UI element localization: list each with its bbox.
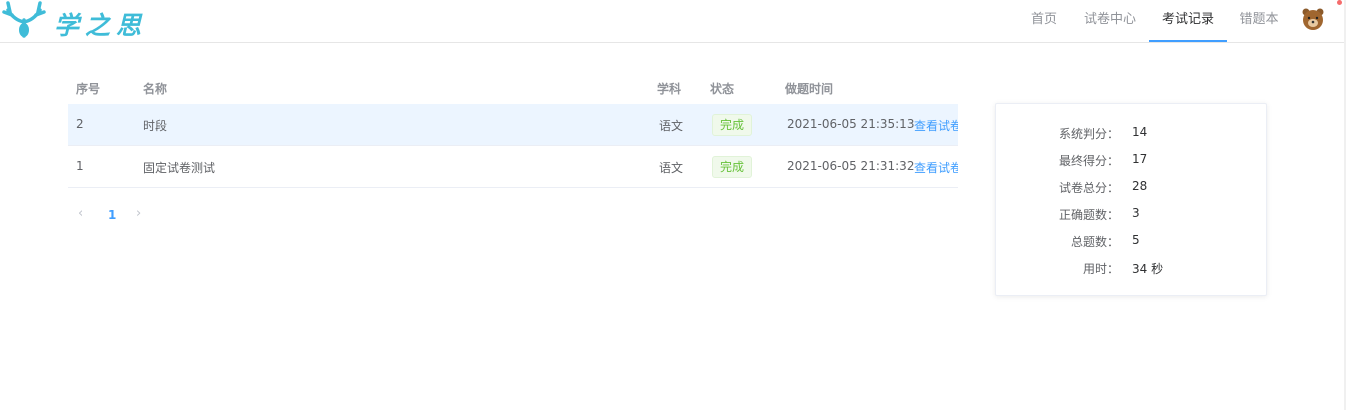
exam-stats-card: 系统判分： 14 最终得分： 17 试卷总分： 28 正确题数： 3 总题数： … [995, 103, 1267, 296]
row-time: 2021-06-05 21:31:32 [787, 159, 915, 173]
nav-exam-records[interactable]: 考试记录 [1149, 0, 1227, 42]
page-number[interactable]: 1 [108, 208, 116, 222]
stat-label: 用时： [1082, 262, 1119, 276]
stat-correct-count: 正确题数： 3 [996, 206, 1268, 224]
row-time: 2021-06-05 21:35:13 [787, 117, 915, 131]
row-name: 固定试卷测试 [143, 161, 216, 175]
stat-question-count: 总题数： 5 [996, 233, 1268, 251]
logo[interactable]: 学之思 [0, 0, 150, 42]
stat-value: 14 [1132, 125, 1148, 139]
deer-antler-icon [2, 1, 46, 38]
stat-paper-total: 试卷总分： 28 [996, 179, 1268, 197]
view-paper-link[interactable]: 查看试卷 [914, 159, 958, 176]
table-row[interactable]: 2 时段 语文 完成 2021-06-05 21:35:13 查看试卷 [68, 104, 958, 146]
prev-page-icon[interactable]: ‹ [78, 206, 83, 221]
exam-records-table: 序号 名称 学科 状态 做题时间 2 时段 语文 完成 2021-06-05 2… [68, 70, 958, 188]
stat-time-used: 用时： 34 秒 [996, 260, 1268, 278]
stat-value: 34 秒 [1132, 262, 1164, 276]
stat-value: 3 [1132, 206, 1140, 220]
stat-label: 总题数： [1070, 235, 1119, 249]
stat-value: 17 [1132, 152, 1148, 166]
stat-label: 试卷总分： [1058, 181, 1119, 195]
status-badge: 完成 [712, 114, 753, 136]
next-page-icon[interactable]: › [136, 206, 141, 221]
column-header-status: 状态 [710, 82, 735, 96]
logo-text: 学之思 [54, 11, 148, 40]
stat-value: 28 [1132, 179, 1148, 193]
top-header: 学之思 首页 试卷中心 考试记录 错题本 [0, 0, 1346, 43]
row-subject: 语文 [659, 161, 684, 175]
table-row[interactable]: 1 固定试卷测试 语文 完成 2021-06-05 21:31:32 查看试卷 [68, 146, 958, 188]
column-header-name: 名称 [143, 82, 168, 96]
page: 学之思 首页 试卷中心 考试记录 错题本 序号 名称 学科 状态 做题时间 2 … [0, 0, 1346, 410]
nav-paper-center[interactable]: 试卷中心 [1078, 0, 1142, 42]
column-header-subject: 学科 [657, 82, 682, 96]
stat-final-score: 最终得分： 17 [996, 152, 1268, 170]
notification-dot [1337, 0, 1342, 5]
view-paper-link[interactable]: 查看试卷 [914, 117, 958, 134]
user-avatar[interactable] [1301, 6, 1325, 32]
column-header-index: 序号 [76, 82, 101, 96]
stat-value: 5 [1132, 233, 1140, 247]
row-index: 1 [76, 159, 84, 173]
row-subject: 语文 [659, 119, 684, 133]
table-header: 序号 名称 学科 状态 做题时间 [68, 70, 958, 104]
stat-label: 最终得分： [1058, 154, 1119, 168]
status-badge: 完成 [712, 156, 753, 178]
stat-label: 系统判分： [1058, 127, 1119, 141]
stat-system-score: 系统判分： 14 [996, 125, 1268, 143]
stat-label: 正确题数： [1058, 208, 1119, 222]
nav-wrong-questions[interactable]: 错题本 [1233, 0, 1285, 42]
nav-home[interactable]: 首页 [1020, 0, 1068, 42]
row-index: 2 [76, 117, 84, 131]
column-header-time: 做题时间 [785, 82, 834, 96]
row-name: 时段 [143, 119, 168, 133]
